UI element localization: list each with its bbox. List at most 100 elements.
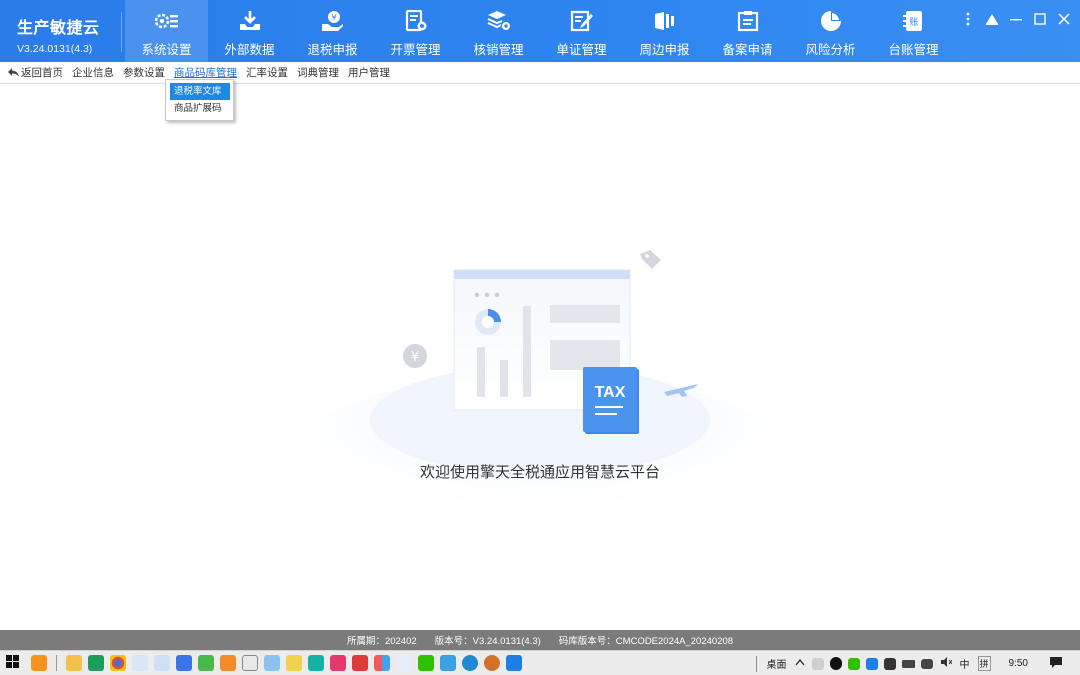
back-home-link[interactable]: 返回首页 — [8, 65, 63, 80]
pink-app-icon[interactable] — [330, 655, 346, 671]
wechat-icon[interactable] — [418, 655, 434, 671]
status-period: 所属期：202402 — [346, 636, 417, 647]
blue-app-icon[interactable] — [506, 655, 522, 671]
qq-icon[interactable] — [829, 657, 842, 670]
tray-divider — [755, 655, 757, 672]
tax-app-icon[interactable] — [484, 655, 500, 671]
skin-icon[interactable] — [984, 10, 1000, 28]
svg-text:¥: ¥ — [411, 350, 419, 365]
nav-external-data[interactable]: 外部数据 — [208, 0, 291, 62]
bird-app-icon[interactable] — [440, 655, 456, 671]
system-tray: 桌面 中 拼 9:50 — [755, 651, 1080, 675]
tray-triangle-icon[interactable] — [811, 657, 824, 670]
dictionary-management-link[interactable]: 词典管理 — [297, 65, 339, 80]
user-management-link[interactable]: 用户管理 — [348, 65, 390, 80]
tax-document-graphic: TAX — [583, 367, 639, 434]
top-navigation-bar: 生产敏捷云 V3.24.0131(4.3) 系统设置 外部数据 ¥ 退税申报 开… — [0, 0, 1080, 62]
product-code-library-link[interactable]: 商品码库管理 — [174, 65, 237, 80]
desktop-label[interactable]: 桌面 — [767, 656, 787, 671]
app-window: 生产敏捷云 V3.24.0131(4.3) 系统设置 外部数据 ¥ 退税申报 开… — [0, 0, 1080, 675]
yellow-app-icon[interactable] — [286, 655, 302, 671]
volume-icon[interactable] — [940, 657, 952, 670]
nav-label: 风险分析 — [805, 43, 856, 57]
chart-app-icon[interactable] — [154, 655, 170, 671]
app-title: 生产敏捷云 — [17, 20, 100, 37]
status-bar: 所属期：202402 版本号：V3.24.0131(4.3) 码库版本号：CMC… — [0, 630, 1080, 650]
back-arrow-icon — [8, 68, 19, 77]
yen-coin-graphic: ¥ — [403, 344, 427, 368]
nav-label: 外部数据 — [224, 43, 275, 57]
window-app-icon[interactable] — [242, 655, 258, 671]
ime-mode[interactable]: 拼 — [977, 656, 991, 671]
nav-invoice-management[interactable]: 开票管理 — [374, 0, 457, 62]
teal-app-icon[interactable] — [308, 655, 324, 671]
minimize-icon[interactable] — [1008, 10, 1024, 28]
nav-document-management[interactable]: 单证管理 — [540, 0, 623, 62]
image-viewer-icon[interactable] — [132, 655, 148, 671]
dropdown-item-tax-refund-rate-library[interactable]: 退税率文库 — [170, 83, 230, 100]
price-tag-graphic — [640, 250, 661, 269]
taskbar-divider — [56, 655, 57, 671]
nav-label: 系统设置 — [141, 43, 192, 57]
parameter-settings-link[interactable]: 参数设置 — [123, 65, 165, 80]
status-code-version: 码库版本号：CMCODE2024A_20240208 — [558, 636, 734, 647]
windows-start-icon[interactable] — [6, 655, 22, 671]
cloud-app-icon[interactable] — [176, 655, 192, 671]
pycharm-icon[interactable] — [88, 655, 104, 671]
green-app-icon[interactable] — [198, 655, 214, 671]
nav-label: 台账管理 — [888, 43, 939, 57]
company-info-link[interactable]: 企业信息 — [72, 65, 114, 80]
tray-cloud-icon[interactable] — [883, 657, 896, 670]
nav-verification-management[interactable]: 核销管理 — [457, 0, 540, 62]
product-code-dropdown: 退税率文库 商品扩展码 — [165, 79, 234, 121]
tax-refund-icon: ¥ — [321, 10, 345, 32]
nav-ledger-management[interactable]: 账 台账管理 — [872, 0, 955, 62]
chrome-icon[interactable] — [110, 655, 126, 671]
network-icon[interactable] — [920, 658, 933, 669]
nav-peripheral-filing[interactable]: 周边申报 — [623, 0, 706, 62]
nav-label: 单证管理 — [556, 43, 607, 57]
nav-label: 周边申报 — [639, 43, 690, 57]
edge-icon[interactable] — [462, 655, 478, 671]
welcome-message: 欢迎使用擎天全税通应用智慧云平台 — [419, 464, 660, 481]
brand: 生产敏捷云 V3.24.0131(4.3) — [0, 0, 122, 62]
close-icon[interactable] — [1056, 10, 1072, 28]
exchange-rate-settings-link[interactable]: 汇率设置 — [246, 65, 288, 80]
nav-system-settings[interactable]: 系统设置 — [125, 0, 208, 62]
clock[interactable]: 9:50 — [1009, 658, 1028, 669]
triangle-app-icon[interactable] — [396, 655, 412, 671]
brand-divider — [121, 12, 122, 52]
grid-app-icon[interactable] — [374, 655, 390, 671]
dropdown-item-product-extension-code[interactable]: 商品扩展码 — [166, 100, 233, 117]
settings-icon — [154, 10, 179, 32]
pie-chart-icon — [819, 10, 843, 32]
maximize-icon[interactable] — [1032, 10, 1048, 28]
sub-menu-bar: 返回首页 企业信息 参数设置 商品码库管理 汇率设置 词典管理 用户管理 — [0, 62, 1080, 84]
tray-app-icon[interactable] — [865, 657, 878, 670]
status-version: 版本号：V3.24.0131(4.3) — [434, 636, 541, 647]
nav-label: 退税申报 — [307, 43, 358, 57]
main-nav: 系统设置 外部数据 ¥ 退税申报 开票管理 核销管理 单证管理 周边申报 备案申… — [125, 0, 955, 62]
ime-language[interactable]: 中 — [960, 656, 970, 671]
ledger-icon: 账 — [902, 10, 926, 32]
battery-icon[interactable] — [901, 659, 915, 668]
notification-icon[interactable] — [1050, 656, 1062, 671]
nav-tax-refund[interactable]: ¥ 退税申报 — [291, 0, 374, 62]
nav-label: 备案申请 — [722, 43, 773, 57]
orange-app-icon[interactable] — [220, 655, 236, 671]
tray-wechat-icon[interactable] — [847, 657, 860, 670]
wps-icon[interactable] — [352, 655, 368, 671]
favorites-app-icon[interactable] — [31, 655, 47, 671]
svg-text:¥: ¥ — [331, 13, 336, 22]
nav-label: 核销管理 — [473, 43, 524, 57]
nav-record-application[interactable]: 备案申请 — [706, 0, 789, 62]
blue-folder-icon[interactable] — [264, 655, 280, 671]
verify-icon — [487, 10, 511, 32]
chevron-up-icon[interactable] — [794, 658, 805, 669]
filing-icon — [653, 10, 677, 32]
app-version: V3.24.0131(4.3) — [17, 43, 93, 55]
file-explorer-icon[interactable] — [66, 655, 82, 671]
more-options-icon[interactable] — [960, 10, 976, 28]
welcome-illustration: TAX ¥ — [290, 250, 790, 535]
nav-risk-analysis[interactable]: 风险分析 — [789, 0, 872, 62]
